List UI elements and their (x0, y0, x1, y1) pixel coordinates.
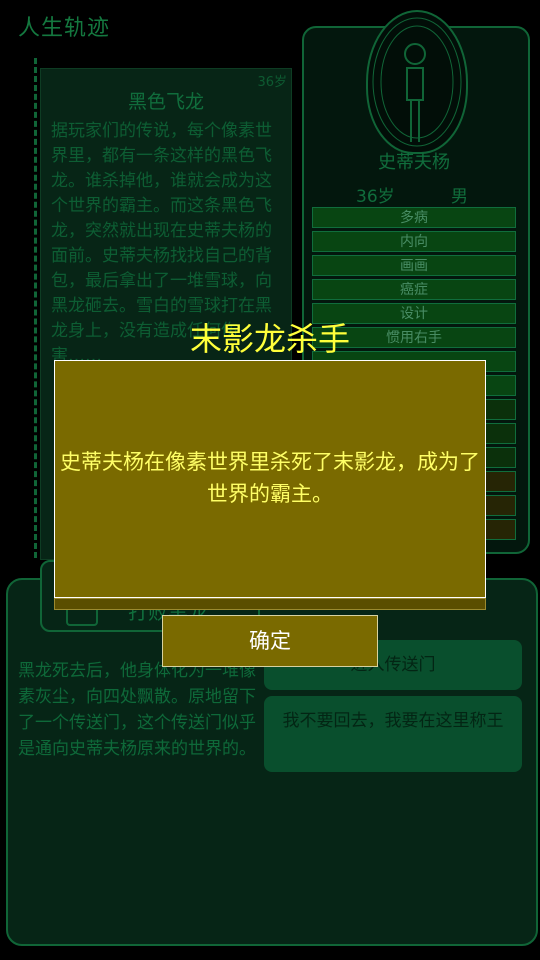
achievement-message: 史蒂夫杨在像素世界里杀死了末影龙，成为了世界的霸主。 (60, 450, 480, 506)
dialog-shadow (54, 598, 486, 610)
achievement-title: 末影龙杀手 (189, 320, 350, 358)
confirm-button[interactable]: 确定 (162, 615, 378, 667)
